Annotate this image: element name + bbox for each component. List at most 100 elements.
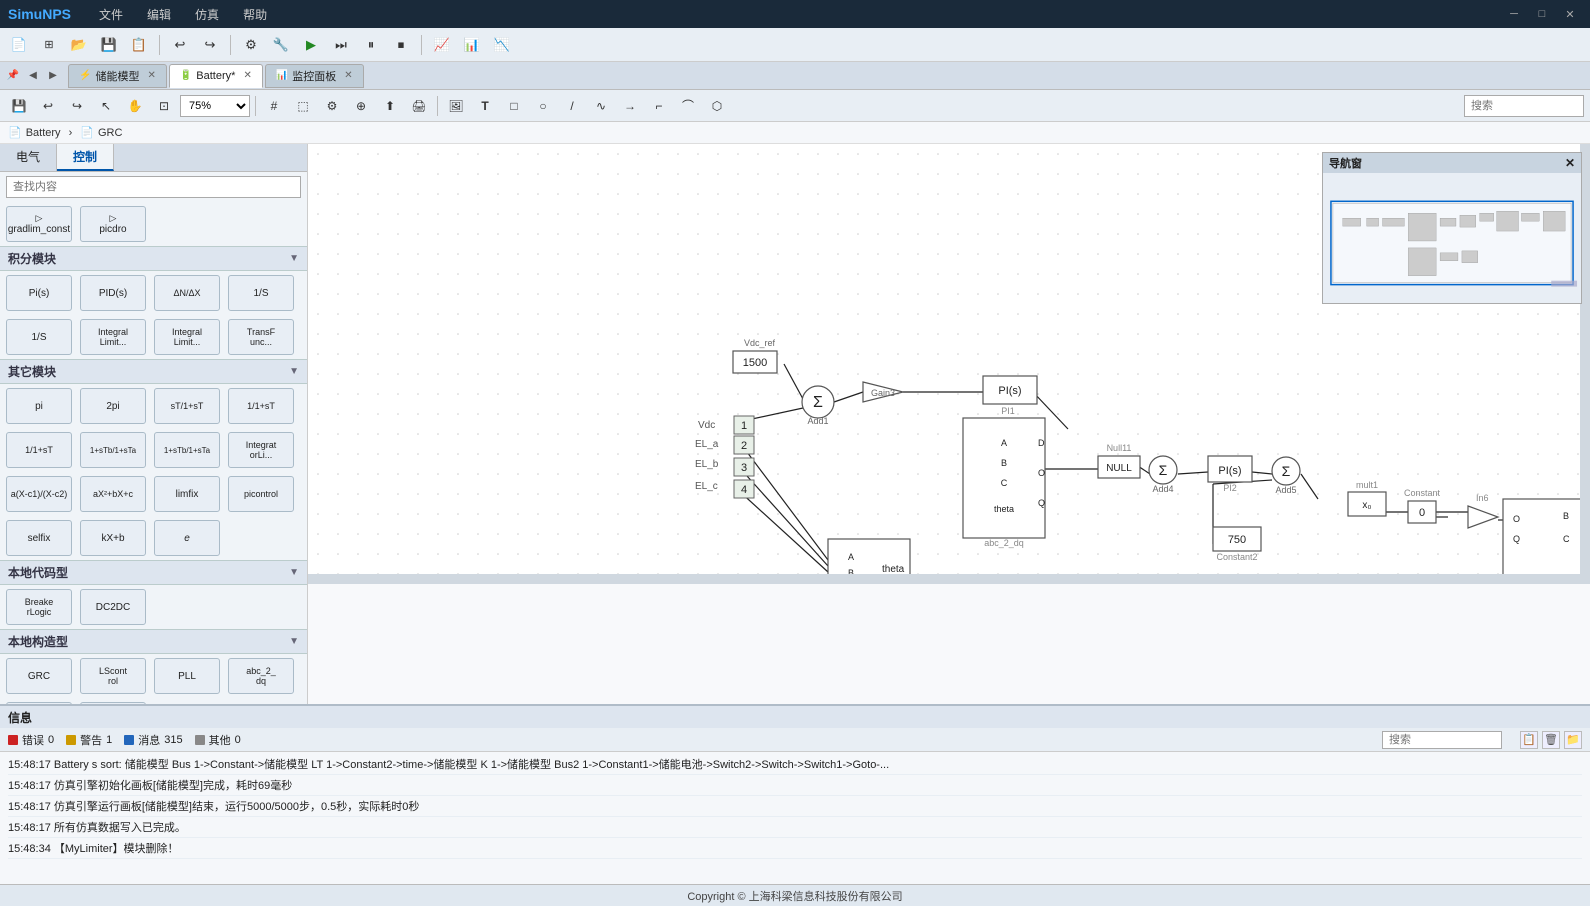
component-intlimit2[interactable]: IntegralLimit... <box>154 319 220 355</box>
component-selfix[interactable]: selfix <box>6 520 72 556</box>
component-dc2dc[interactable]: DC2DC <box>80 589 146 625</box>
component-pids[interactable]: PID(s) <box>80 275 146 311</box>
tab-close-energy[interactable]: ✕ <box>147 70 155 81</box>
open-model-button[interactable]: 📂 <box>66 32 92 58</box>
component-1s-2[interactable]: 1/S <box>6 319 72 355</box>
text-button[interactable]: T <box>472 93 498 119</box>
hand-tool-button[interactable]: ✋ <box>122 93 148 119</box>
tab-close-monitor[interactable]: ✕ <box>344 70 352 81</box>
component-e[interactable]: e <box>154 520 220 556</box>
redo-button[interactable]: ↪ <box>197 32 223 58</box>
component-1stb1sta[interactable]: 1+sTb/1+sTa <box>80 432 146 468</box>
breadcrumb-battery[interactable]: 📄 Battery <box>8 126 61 139</box>
section-header-local-struct[interactable]: 本地构造型 ▼ <box>0 629 307 654</box>
component-breakerlogic[interactable]: BreakerLogic <box>6 589 72 625</box>
monitor-button[interactable]: 📊 <box>459 32 485 58</box>
component-1stb1sta2[interactable]: 1+sTb/1+sTa <box>154 432 220 468</box>
undo-button[interactable]: ↩ <box>167 32 193 58</box>
minimize-button[interactable]: ─ <box>1502 5 1526 23</box>
component-1s[interactable]: 1/S <box>228 275 294 311</box>
component-delta[interactable]: ΔN/ΔX <box>154 275 220 311</box>
component-intorli[interactable]: IntegratorLi... <box>228 432 294 468</box>
fitview-button[interactable]: ⊡ <box>151 93 177 119</box>
info-tab-error[interactable]: 错误 0 <box>8 732 54 748</box>
component-pll[interactable]: PLL <box>154 658 220 694</box>
menu-edit[interactable]: 编辑 <box>141 4 177 25</box>
settings-button[interactable]: ⚙ <box>238 32 264 58</box>
component-limfix[interactable]: limfix <box>154 476 220 512</box>
component-intlimit1[interactable]: IntegralLimit... <box>80 319 146 355</box>
component-1-1st2[interactable]: 1/1+sT <box>6 432 72 468</box>
compile-button[interactable]: 🔧 <box>268 32 294 58</box>
save-model-button[interactable]: 💾 <box>96 32 122 58</box>
diagram-search-input[interactable] <box>1464 95 1584 117</box>
zoom-select[interactable]: 75% 25% 50% 100% 150% 200% <box>180 95 250 117</box>
sidebar-tab-control[interactable]: 控制 <box>57 144 114 171</box>
component-st1st[interactable]: sT/1+sT <box>154 388 220 424</box>
component-picdro[interactable]: ▷picdro <box>80 206 146 242</box>
component-axc[interactable]: a(X-c1)/(X-c2) <box>6 476 72 512</box>
redo-diagram-button[interactable]: ↪ <box>64 93 90 119</box>
tab-nav-forward[interactable]: ▶ <box>44 67 62 85</box>
sidebar-search-input[interactable] <box>6 176 301 198</box>
menu-simulate[interactable]: 仿真 <box>189 4 225 25</box>
tab-nav-back[interactable]: ◀ <box>24 67 42 85</box>
info-clear-button[interactable]: 🗑 <box>1542 731 1560 749</box>
component-kxb[interactable]: kX+b <box>80 520 146 556</box>
info-save-button[interactable]: 📁 <box>1564 731 1582 749</box>
menu-file[interactable]: 文件 <box>93 4 129 25</box>
component-dc2dc2[interactable]: dc_2_dc <box>6 702 72 704</box>
select-button[interactable]: ⬚ <box>290 93 316 119</box>
info-copy-button[interactable]: 📋 <box>1520 731 1538 749</box>
component-dq2abc[interactable]: dq_2_abc <box>80 702 146 704</box>
circle-button[interactable]: ○ <box>530 93 556 119</box>
stop-button[interactable]: ⏹ <box>388 32 414 58</box>
restore-button[interactable]: □ <box>1530 5 1554 23</box>
rect-button[interactable]: □ <box>501 93 527 119</box>
section-header-other[interactable]: 其它模块 ▼ <box>0 359 307 384</box>
corner-button[interactable]: ⌐ <box>646 93 672 119</box>
component-2pi[interactable]: 2pi <box>80 388 146 424</box>
undo-diagram-button[interactable]: ↩ <box>35 93 61 119</box>
component-picontrol[interactable]: picontrol <box>228 476 294 512</box>
section-header-local-code[interactable]: 本地代码型 ▼ <box>0 560 307 585</box>
component-grc[interactable]: GRC <box>6 658 72 694</box>
pause-button[interactable]: ⏸ <box>358 32 384 58</box>
tab-battery[interactable]: 🔋 Battery* ✕ <box>169 64 263 88</box>
print-button[interactable]: 🖨 <box>406 93 432 119</box>
dashboard-button[interactable]: 📉 <box>489 32 515 58</box>
save-as-button[interactable]: 📋 <box>126 32 152 58</box>
component-transf[interactable]: TransFunc... <box>228 319 294 355</box>
component-gradlim[interactable]: ▷gradlim_const <box>6 206 72 242</box>
pin-button[interactable]: 📌 <box>4 67 22 85</box>
info-tab-other[interactable]: 其他 0 <box>195 732 241 748</box>
arc-button[interactable]: ⌒ <box>675 93 701 119</box>
layers-button[interactable]: ⊕ <box>348 93 374 119</box>
poly-button[interactable]: ⬡ <box>704 93 730 119</box>
component-abc2dq[interactable]: abc_2_dq <box>228 658 294 694</box>
info-tab-warning[interactable]: 警告 1 <box>66 732 112 748</box>
open-all-button[interactable]: ⊞ <box>36 32 62 58</box>
line-button[interactable]: / <box>559 93 585 119</box>
save-diagram-button[interactable]: 💾 <box>6 93 32 119</box>
settings-diagram-button[interactable]: ⚙ <box>319 93 345 119</box>
component-lscontrol[interactable]: LScontrol <box>80 658 146 694</box>
tab-close-battery[interactable]: ✕ <box>243 70 251 81</box>
component-pis[interactable]: Pi(s) <box>6 275 72 311</box>
diagram-canvas[interactable]: 1 2 3 4 5 6 7 Vdc EL_a EL_b EL_c IL_a IL… <box>308 144 1590 704</box>
section-header-integral[interactable]: 积分模块 ▼ <box>0 246 307 271</box>
step-button[interactable]: ⏭ <box>328 32 354 58</box>
close-button[interactable]: ✕ <box>1558 5 1582 23</box>
grid-button[interactable]: # <box>261 93 287 119</box>
plot-button[interactable]: 📈 <box>429 32 455 58</box>
run-button[interactable]: ▶ <box>298 32 324 58</box>
menu-help[interactable]: 帮助 <box>237 4 273 25</box>
pointer-tool-button[interactable]: ↖ <box>93 93 119 119</box>
breadcrumb-grc[interactable]: 📄 GRC <box>80 126 122 139</box>
component-ax2bx[interactable]: aX²+bX+c <box>80 476 146 512</box>
component-pi[interactable]: pi <box>6 388 72 424</box>
new-button[interactable]: 📄 <box>6 32 32 58</box>
info-search-input[interactable] <box>1382 731 1502 749</box>
arrow-button[interactable]: → <box>617 93 643 119</box>
wave-button[interactable]: ∿ <box>588 93 614 119</box>
